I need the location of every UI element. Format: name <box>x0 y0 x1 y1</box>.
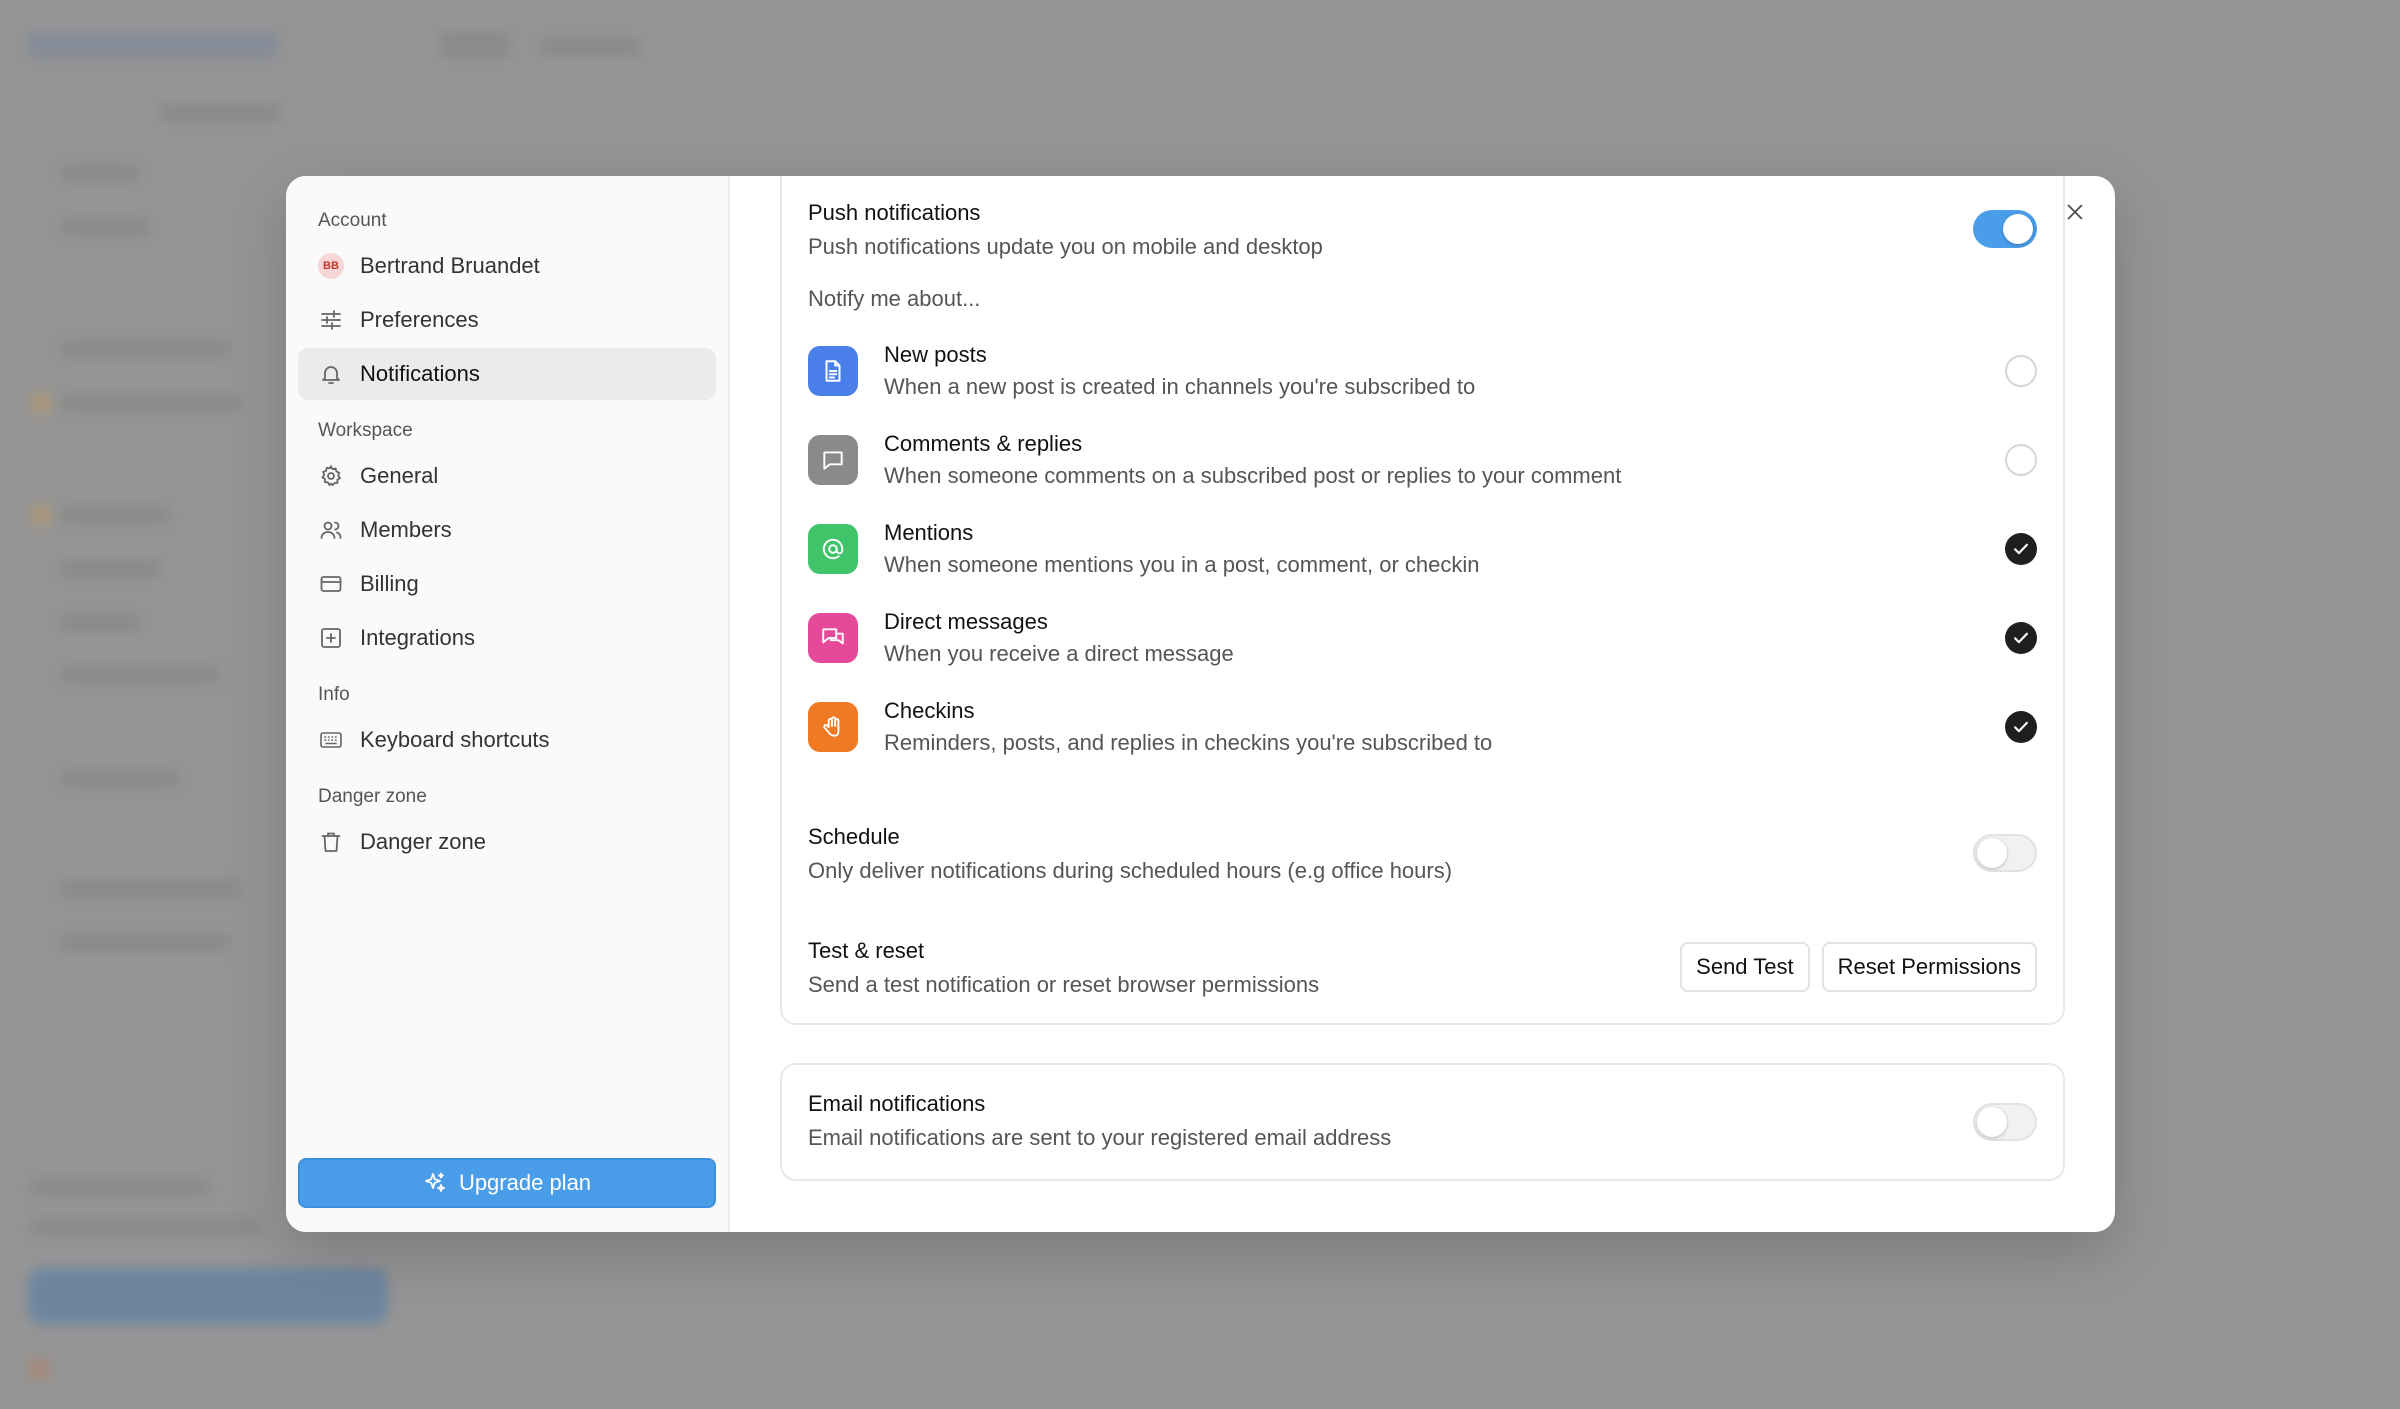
sidebar-item-danger-zone[interactable]: Danger zone <box>298 816 716 868</box>
users-icon <box>318 517 344 543</box>
item-title: New posts <box>884 342 987 367</box>
direct-messages-checkbox[interactable] <box>2005 622 2037 654</box>
send-test-button[interactable]: Send Test <box>1680 942 1810 992</box>
sidebar-item-label: Integrations <box>360 625 475 650</box>
test-reset-actions: Send Test Reset Permissions <box>1680 942 2037 992</box>
email-notifications-toggle[interactable] <box>1973 1103 2037 1141</box>
push-notifications-subtitle: Push notifications update you on mobile … <box>808 234 1323 259</box>
sidebar-item-general[interactable]: General <box>298 450 716 502</box>
notify-item-checkins: Checkins Reminders, posts, and replies i… <box>808 696 2037 758</box>
notify-item-mentions: Mentions When someone mentions you in a … <box>808 518 2037 580</box>
plus-square-icon <box>318 625 344 651</box>
comment-icon <box>808 435 858 485</box>
email-notifications-subtitle: Email notifications are sent to your reg… <box>808 1125 1392 1150</box>
at-icon <box>808 524 858 574</box>
push-notifications-toggle[interactable] <box>1973 210 2037 248</box>
schedule-toggle[interactable] <box>1973 834 2037 872</box>
push-notifications-header: Push notifications Push notifications up… <box>808 200 1323 260</box>
notifications-panel: Push notifications Push notifications up… <box>730 176 2115 1232</box>
push-notifications-card: Push notifications Push notifications up… <box>780 176 2065 1025</box>
document-icon <box>808 346 858 396</box>
trash-icon <box>318 829 344 855</box>
check-icon <box>2014 721 2028 733</box>
email-notifications-header: Email notifications Email notifications … <box>808 1091 1391 1151</box>
notify-item-comments-replies: Comments & replies When someone comments… <box>808 429 2037 491</box>
sidebar-item-notifications[interactable]: Notifications <box>298 348 716 400</box>
sidebar-item-members[interactable]: Members <box>298 504 716 556</box>
sidebar-item-label: Preferences <box>360 307 479 332</box>
gear-icon <box>318 463 344 489</box>
email-notifications-title: Email notifications <box>808 1091 986 1116</box>
comments-replies-checkbox[interactable] <box>2005 444 2037 476</box>
test-reset-title: Test & reset <box>808 938 925 963</box>
upgrade-plan-button[interactable]: Upgrade plan <box>298 1158 716 1208</box>
check-icon <box>2014 543 2028 555</box>
sidebar-item-label: Bertrand Bruandet <box>360 253 540 278</box>
sidebar-item-integrations[interactable]: Integrations <box>298 612 716 664</box>
settings-sidebar: Account BB Bertrand Bruandet Preferences… <box>286 176 730 1232</box>
test-reset-subtitle: Send a test notification or reset browse… <box>808 972 1320 997</box>
item-subtitle: When someone mentions you in a post, com… <box>884 552 1480 577</box>
sidebar-item-billing[interactable]: Billing <box>298 558 716 610</box>
push-notifications-title: Push notifications <box>808 200 981 225</box>
check-icon <box>2014 632 2028 644</box>
sparkles-icon <box>423 1171 447 1195</box>
new-posts-checkbox[interactable] <box>2005 355 2037 387</box>
close-icon <box>2064 201 2086 223</box>
item-subtitle: Reminders, posts, and replies in checkin… <box>884 730 1493 755</box>
item-title: Checkins <box>884 698 975 723</box>
sliders-icon <box>318 307 344 333</box>
sidebar-item-label: Billing <box>360 571 419 596</box>
notify-me-label: Notify me about... <box>808 286 981 311</box>
notify-item-new-posts: New posts When a new post is created in … <box>808 340 2037 402</box>
keyboard-icon <box>318 727 344 753</box>
item-title: Comments & replies <box>884 431 1083 456</box>
hand-icon <box>808 702 858 752</box>
schedule-title: Schedule <box>808 824 900 849</box>
item-subtitle: When you receive a direct message <box>884 641 1234 666</box>
item-subtitle: When a new post is created in channels y… <box>884 374 1476 399</box>
sidebar-item-preferences[interactable]: Preferences <box>298 294 716 346</box>
sidebar-item-label: Members <box>360 517 452 542</box>
chat-icon <box>808 613 858 663</box>
reset-permissions-button[interactable]: Reset Permissions <box>1821 942 2037 992</box>
avatar: BB <box>318 253 344 279</box>
schedule-subtitle: Only deliver notifications during schedu… <box>808 858 1453 883</box>
settings-modal: Account BB Bertrand Bruandet Preferences… <box>286 176 2115 1232</box>
sidebar-item-label: Keyboard shortcuts <box>360 727 550 752</box>
schedule-setting: Schedule Only deliver notifications duri… <box>808 824 1452 884</box>
section-title-danger-zone: Danger zone <box>318 786 427 807</box>
sidebar-item-label: Notifications <box>360 361 480 386</box>
section-title-info: Info <box>318 684 350 705</box>
checkins-checkbox[interactable] <box>2005 711 2037 743</box>
sidebar-item-profile[interactable]: BB Bertrand Bruandet <box>298 240 716 292</box>
item-title: Mentions <box>884 520 974 545</box>
upgrade-plan-label: Upgrade plan <box>458 1170 592 1195</box>
item-subtitle: When someone comments on a subscribed po… <box>884 463 1622 488</box>
sidebar-item-keyboard-shortcuts[interactable]: Keyboard shortcuts <box>298 714 716 766</box>
sidebar-item-label: Danger zone <box>360 829 486 854</box>
section-title-account: Account <box>318 210 387 231</box>
credit-card-icon <box>318 571 344 597</box>
test-reset-setting: Test & reset Send a test notification or… <box>808 938 1319 998</box>
item-title: Direct messages <box>884 609 1048 634</box>
notify-item-direct-messages: Direct messages When you receive a direc… <box>808 607 2037 669</box>
email-notifications-card: Email notifications Email notifications … <box>780 1063 2065 1181</box>
mentions-checkbox[interactable] <box>2005 533 2037 565</box>
bell-icon <box>318 361 344 387</box>
section-title-workspace: Workspace <box>318 420 413 441</box>
sidebar-item-label: General <box>360 463 439 488</box>
